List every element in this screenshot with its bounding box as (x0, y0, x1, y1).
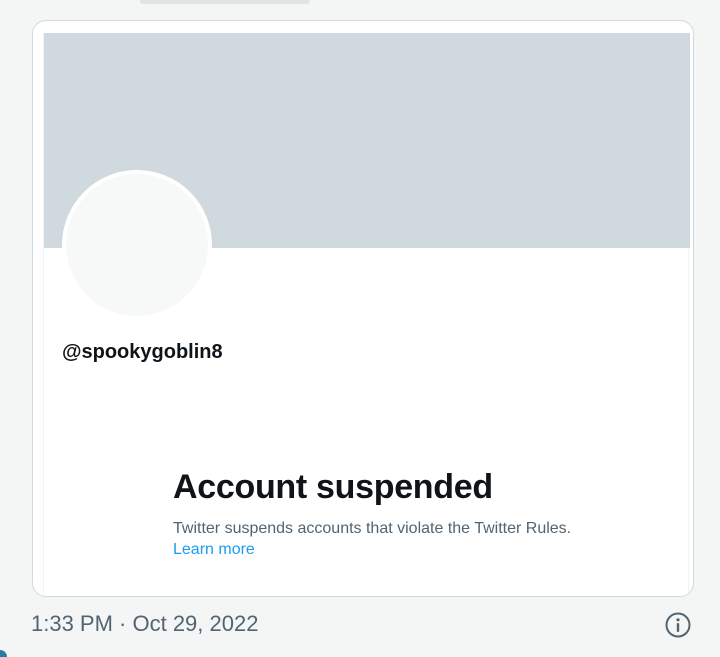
suspension-description: Twitter suspends accounts that violate t… (173, 518, 573, 560)
tweet-timestamp[interactable]: 1:33 PM · Oct 29, 2022 (31, 611, 258, 637)
suspension-headline: Account suspended (173, 468, 493, 506)
suspended-account-card[interactable]: @spookygoblin8 Account suspended Twitter… (32, 20, 694, 597)
profile-avatar (62, 170, 212, 320)
window-corner-fragment (0, 650, 7, 657)
suspension-description-text: Twitter suspends accounts that violate t… (173, 520, 572, 537)
profile-handle[interactable]: @spookygoblin8 (62, 341, 223, 364)
learn-more-link[interactable]: Learn more (173, 541, 255, 558)
previous-tweet-text-fragment (140, 0, 310, 4)
profile-preview: @spookygoblin8 Account suspended Twitter… (43, 33, 690, 596)
info-circle-icon[interactable] (665, 612, 691, 638)
